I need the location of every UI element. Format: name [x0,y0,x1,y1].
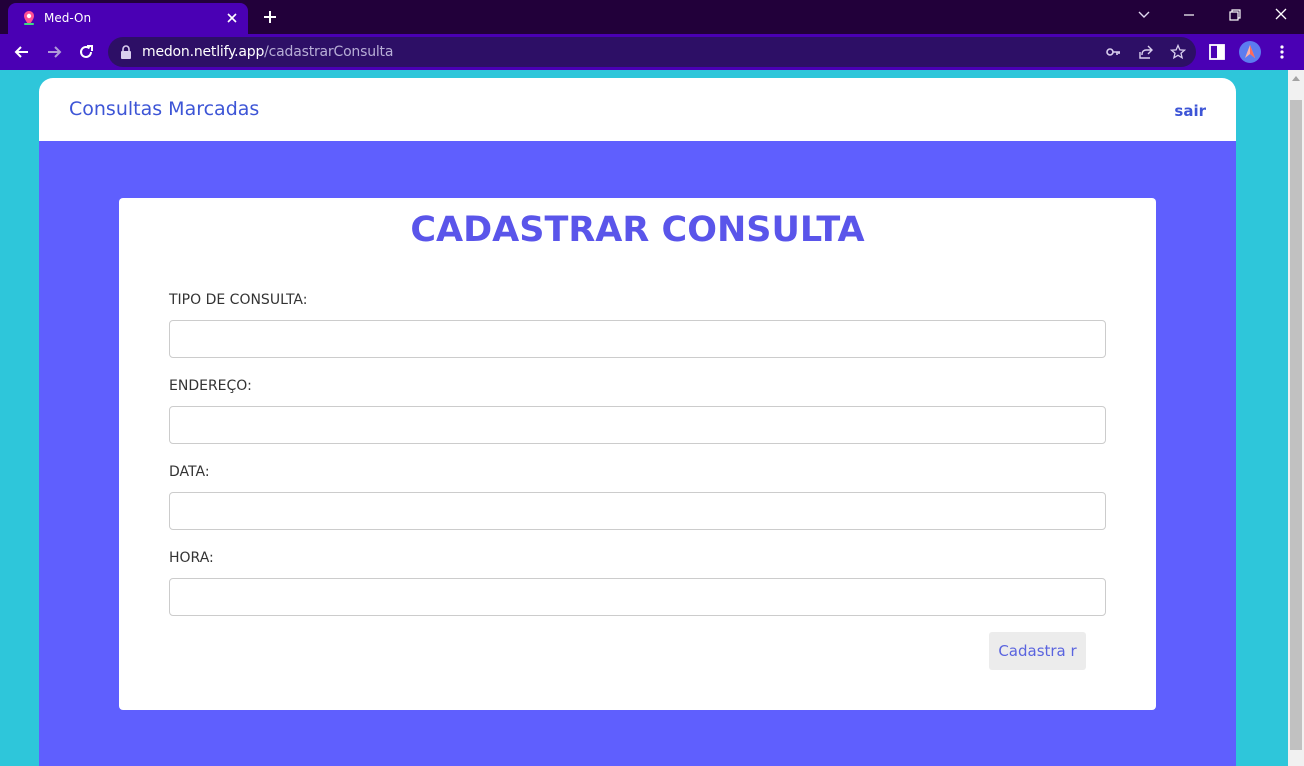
plus-icon[interactable] [261,8,279,26]
data-input[interactable] [169,492,1106,530]
scroll-thumb[interactable] [1290,100,1302,750]
browser-toolbar: medon.netlify.app/cadastrarConsulta [0,34,1304,70]
side-panel-icon[interactable] [1208,43,1226,61]
scroll-up-arrow-icon[interactable] [1292,76,1300,81]
browser-tab[interactable]: Med-On [8,3,248,34]
star-icon[interactable] [1170,44,1186,60]
consultas-marcadas-link[interactable]: Consultas Marcadas [69,98,259,120]
page-scrollbar[interactable] [1288,70,1304,766]
tab-title: Med-On [44,11,92,25]
page-viewport: Consultas Marcadas sair CADASTRAR CONSUL… [0,70,1288,766]
forward-arrow-icon[interactable] [44,42,64,62]
endereco-input[interactable] [169,406,1106,444]
more-vert-icon[interactable] [1273,43,1291,61]
back-arrow-icon[interactable] [12,42,32,62]
hora-label: HORA: [169,550,214,566]
lock-icon[interactable] [120,45,132,59]
close-window-icon[interactable] [1268,4,1294,26]
share-icon[interactable] [1138,44,1154,60]
restore-icon[interactable] [1222,4,1248,26]
app-navbar: Consultas Marcadas sair [39,78,1236,141]
endereco-label: ENDEREÇO: [169,378,252,394]
tipo-consulta-input[interactable] [169,320,1106,358]
url-text[interactable]: medon.netlify.app/cadastrarConsulta [142,44,393,60]
profile-avatar-icon[interactable] [1239,41,1261,63]
hora-input[interactable] [169,578,1106,616]
main-panel: CADASTRAR CONSULTA TIPO DE CONSULTA: END… [39,141,1236,766]
cadastrar-button[interactable]: Cadastra r [989,632,1086,670]
minimize-icon[interactable] [1176,4,1202,26]
form-card: CADASTRAR CONSULTA TIPO DE CONSULTA: END… [119,198,1156,710]
browser-titlebar: Med-On [0,0,1304,34]
avatar-image [1245,45,1255,58]
tipo-consulta-label: TIPO DE CONSULTA: [169,292,308,308]
chevron-down-icon[interactable] [1131,4,1157,26]
key-icon[interactable] [1105,44,1121,60]
reload-icon[interactable] [76,42,96,62]
map-pin-favicon-icon [24,11,34,25]
close-icon[interactable] [224,10,240,26]
url-path: /cadastrarConsulta [264,44,394,60]
logout-link[interactable]: sair [1174,102,1206,120]
data-label: DATA: [169,464,210,480]
url-host: medon.netlify.app [142,44,265,60]
address-bar[interactable]: medon.netlify.app/cadastrarConsulta [108,37,1196,67]
page-title: CADASTRAR CONSULTA [410,210,865,250]
